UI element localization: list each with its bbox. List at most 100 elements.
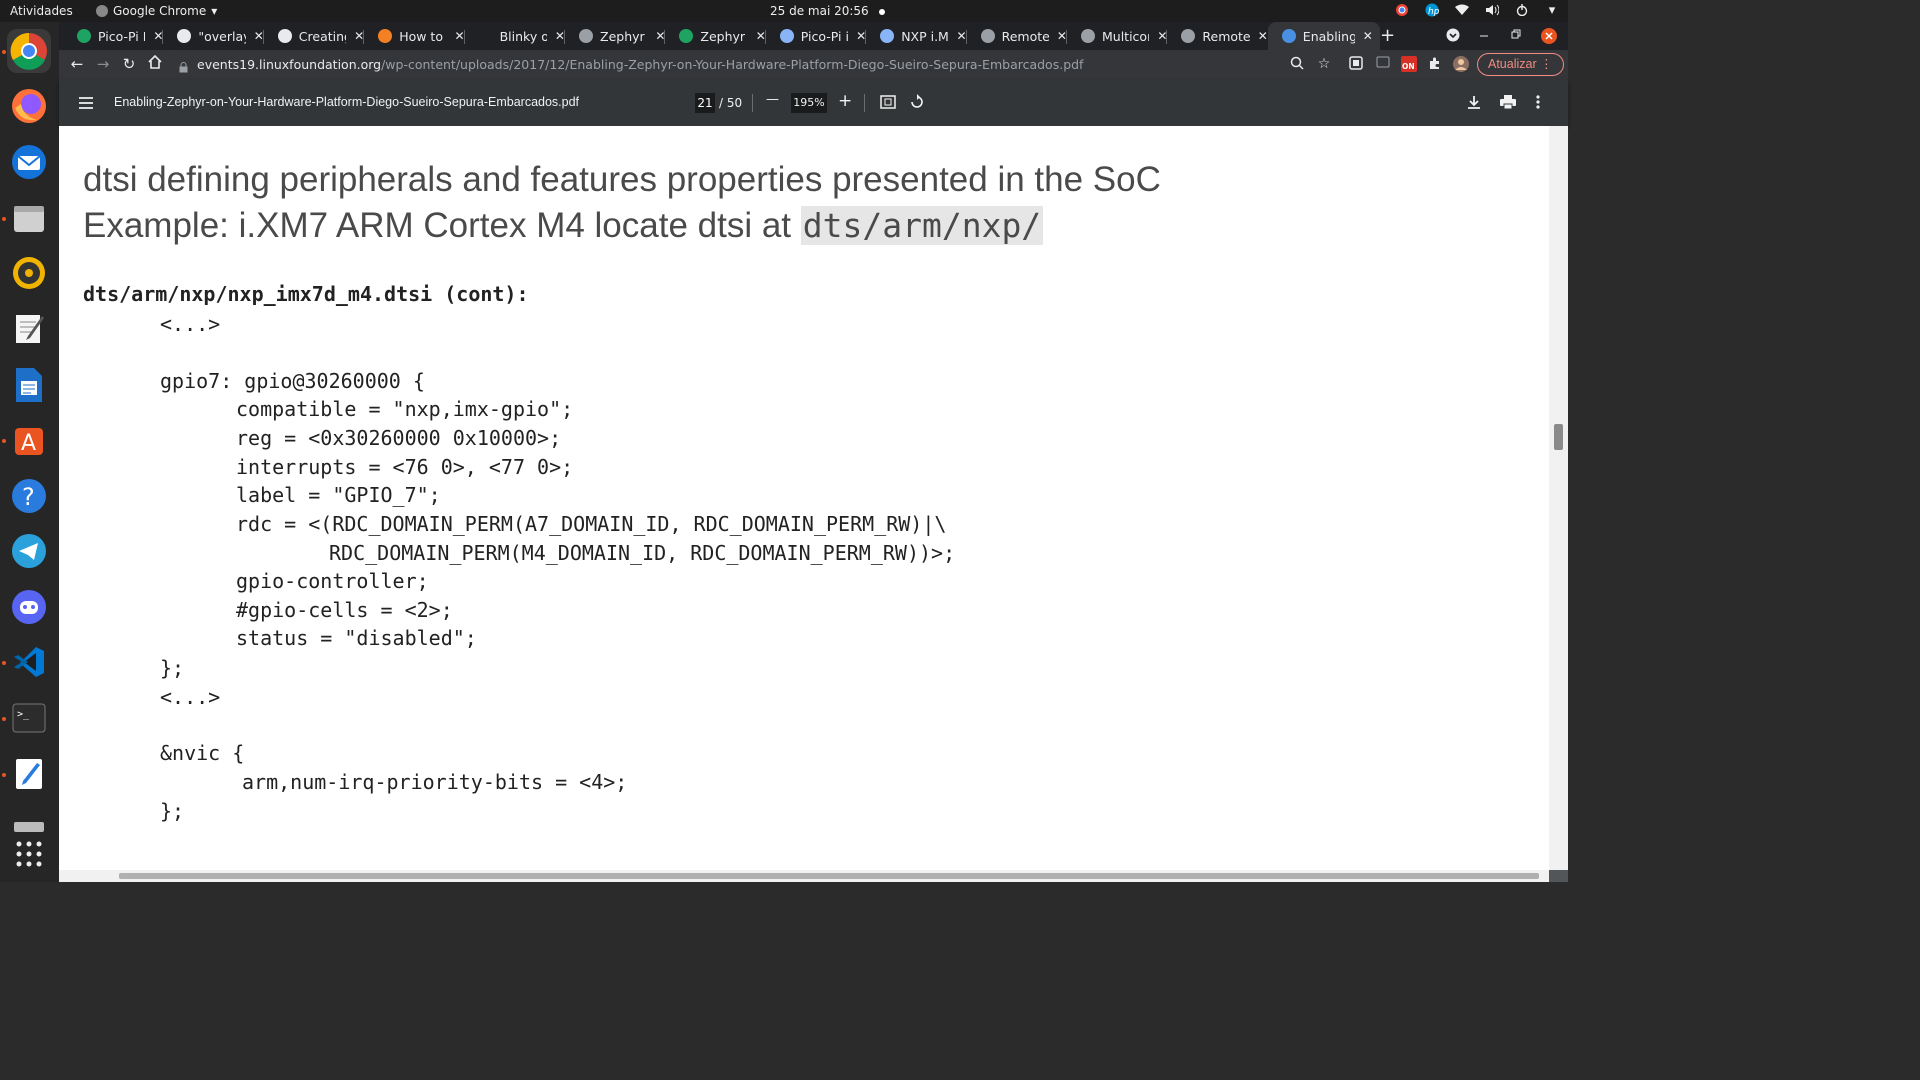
files-icon[interactable] [7, 196, 51, 240]
browser-tab[interactable]: How to s✕ [364, 22, 465, 50]
clock[interactable]: 25 de mai 20:56 [770, 4, 885, 18]
tab-favicon-icon [579, 29, 593, 43]
browser-tab[interactable]: Pico-Pi II ✕ [63, 22, 164, 50]
lock-icon[interactable] [179, 58, 188, 73]
tab-favicon-icon [277, 29, 292, 43]
restore-icon[interactable] [1511, 28, 1521, 42]
puzzle-icon[interactable] [1426, 56, 1444, 74]
print-icon[interactable] [1500, 95, 1516, 113]
software-center-icon[interactable]: A [7, 418, 51, 462]
browser-tab[interactable]: Remote ✕ [1167, 22, 1268, 50]
address-bar[interactable]: events19.linuxfoundation.org/wp-content/… [171, 52, 1331, 77]
avatar[interactable] [1452, 56, 1470, 76]
help-icon[interactable]: ? [7, 474, 51, 518]
browser-tab[interactable]: Pico-Pi i. ✕ [766, 22, 867, 50]
discord-icon[interactable] [7, 585, 51, 629]
browser-tab[interactable]: Zephyr A✕ [665, 22, 766, 50]
tab-title: Zephyr B [600, 28, 647, 44]
browser-tab[interactable]: NXP i.MX✕ [866, 22, 967, 50]
chrome-tray-icon[interactable] [1394, 2, 1410, 18]
app-menu[interactable]: Google Chrome ▾ [96, 4, 217, 18]
writer-icon[interactable] [7, 363, 51, 407]
fit-page-icon[interactable] [880, 95, 896, 113]
forward-icon[interactable]: → [93, 55, 113, 73]
zoom-icon[interactable] [1288, 56, 1306, 74]
zoom-out-button[interactable]: — [766, 92, 779, 107]
browser-tab[interactable]: "overlay ✕ [163, 22, 264, 50]
zoom-level-input[interactable]: 195% [791, 93, 827, 113]
code-line: }; [160, 799, 185, 823]
minimize-icon[interactable] [1479, 28, 1489, 42]
back-icon[interactable]: ← [67, 55, 87, 73]
code-line: <...> [160, 312, 221, 336]
code-line: gpio7: gpio@30260000 { [160, 369, 425, 393]
extension-icon[interactable] [1347, 56, 1365, 74]
pdf-toolbar: Enabling-Zephyr-on-Your-Hardware-Platfor… [59, 80, 1568, 126]
zoom-in-button[interactable]: + [838, 91, 852, 111]
code-line: status = "disabled"; [236, 626, 477, 650]
browser-tab[interactable]: Blinky or✕ [465, 22, 565, 50]
menu-icon[interactable] [79, 94, 93, 113]
divider [752, 94, 753, 112]
svg-text:A: A [21, 431, 36, 456]
bookmark-star-icon[interactable]: ☆ [1315, 56, 1333, 72]
close-icon[interactable]: ✕ [1258, 29, 1268, 43]
code-line: &nvic { [160, 741, 245, 765]
browser-tab[interactable]: Remote ✕ [967, 22, 1067, 50]
code-line: rdc = <(RDC_DOMAIN_PERM(A7_DOMAIN_ID, RD… [236, 512, 947, 536]
tab-favicon-icon [679, 29, 694, 43]
thunderbird-icon[interactable] [7, 140, 51, 184]
tab-title: How to s [399, 28, 446, 44]
activities-button[interactable]: Atividades [10, 4, 73, 18]
firefox-icon[interactable] [7, 84, 51, 128]
scrollbar-thumb[interactable] [1554, 424, 1563, 450]
chrome-icon[interactable] [7, 29, 51, 73]
cast-icon[interactable] [1374, 56, 1392, 72]
browser-tab[interactable]: Multicor ✕ [1067, 22, 1168, 50]
hp-icon[interactable]: hp [1424, 2, 1440, 18]
browser-tab[interactable]: Enabling ✕ [1267, 22, 1380, 50]
pdf-page: dtsi defining peripherals and features p… [59, 126, 1549, 870]
window-close-icon[interactable] [1541, 28, 1557, 47]
code-line: label = "GPIO_7"; [236, 483, 441, 507]
app-grid-icon[interactable] [7, 832, 51, 876]
browser-tab[interactable]: Creating✕ [264, 22, 365, 50]
rhythmbox-icon[interactable] [7, 251, 51, 295]
tab-title: Pico-Pi II [98, 28, 146, 44]
terminal-icon[interactable]: >_ [7, 696, 51, 740]
page-number-input[interactable]: 21 [695, 93, 715, 113]
chevron-down-icon[interactable]: ▾ [1544, 2, 1560, 18]
scrollbar-thumb[interactable] [119, 873, 1539, 879]
download-icon[interactable] [1467, 95, 1481, 113]
tab-search-icon[interactable] [1446, 28, 1460, 45]
vertical-scrollbar[interactable] [1549, 126, 1568, 870]
url-path: /wp-content/uploads/2017/12/Enabling-Zep… [381, 57, 1084, 72]
clock-label: 25 de mai 20:56 [770, 4, 869, 18]
telegram-icon[interactable] [7, 529, 51, 573]
reload-icon[interactable]: ↻ [119, 55, 139, 73]
rotate-icon[interactable] [909, 94, 925, 114]
new-tab-button[interactable]: + [1380, 25, 1395, 46]
notes-icon[interactable] [7, 752, 51, 796]
vscode-icon[interactable] [7, 640, 51, 684]
close-icon[interactable]: ✕ [1363, 29, 1373, 43]
home-icon[interactable] [145, 54, 165, 73]
page-total: / 50 [719, 96, 743, 110]
browser-tab[interactable]: Zephyr B✕ [565, 22, 666, 50]
svg-text:?: ? [22, 483, 35, 511]
tab-favicon-icon [1081, 29, 1095, 43]
pdf-viewport[interactable]: dtsi defining peripherals and features p… [59, 126, 1568, 882]
tab-title: "overlay [198, 28, 246, 44]
text-editor-icon[interactable] [7, 307, 51, 351]
tab-title: Pico-Pi i. [800, 28, 849, 44]
code-line: interrupts = <76 0>, <77 0>; [236, 455, 574, 479]
tab-title: Creating [298, 28, 346, 44]
update-button[interactable]: Atualizar ⋮ [1477, 53, 1564, 76]
extension-on-icon[interactable]: ON [1400, 56, 1418, 76]
chrome-small-icon [96, 5, 108, 17]
system-tray[interactable]: hp ▾ [1394, 2, 1560, 18]
code-file-title: dts/arm/nxp/nxp_imx7d_m4.dtsi (cont): [83, 282, 529, 306]
svg-text:hp: hp [1428, 7, 1439, 17]
more-options-icon[interactable] [1536, 95, 1540, 113]
horizontal-scrollbar[interactable] [59, 870, 1549, 882]
